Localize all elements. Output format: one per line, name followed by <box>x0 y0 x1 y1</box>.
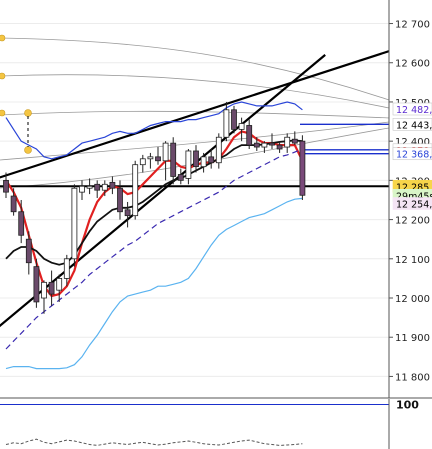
price-label-text: 12 482, <box>396 105 432 116</box>
candle-body <box>291 138 298 144</box>
tick-label: 12 000 <box>395 294 430 305</box>
candle-body <box>139 158 146 166</box>
candle-body <box>276 144 283 150</box>
candle-body <box>117 187 123 213</box>
candle-body <box>208 156 215 164</box>
tick-label: 12 700 <box>395 20 430 31</box>
candle-body <box>200 156 207 168</box>
fib-marker <box>0 72 6 80</box>
candle-body <box>3 179 9 193</box>
candle-body <box>299 140 306 196</box>
candle-body <box>231 109 237 130</box>
candle-body <box>185 150 192 179</box>
fib-marker <box>24 109 32 117</box>
candle-body <box>132 164 139 217</box>
price-label-text: 12 443, <box>396 120 432 131</box>
candle-body <box>33 266 40 303</box>
tick-label: 11 900 <box>395 333 430 344</box>
candle-body <box>147 156 154 160</box>
candle-body <box>56 278 63 291</box>
candle-body <box>25 238 32 264</box>
candle-body <box>193 150 199 168</box>
candle-body <box>124 209 131 217</box>
candle-body <box>101 183 108 191</box>
candle-body <box>177 174 184 181</box>
price-label-text: 12 254, <box>396 200 432 211</box>
candle-body <box>48 281 55 295</box>
tick-label: 12 600 <box>395 59 430 70</box>
candle-body <box>261 142 268 148</box>
candle-body <box>71 187 78 260</box>
candle-body <box>109 181 116 189</box>
fib-marker <box>0 34 6 42</box>
price-label-text: 12 368, <box>396 150 432 161</box>
price-chart: 12 70012 60012 50012 40012 30012 20012 1… <box>0 0 432 449</box>
candle-body <box>79 185 85 193</box>
candle-body <box>215 136 222 164</box>
candle-body <box>18 211 25 236</box>
candle-body <box>41 281 47 299</box>
tick-label: 12 200 <box>395 216 430 227</box>
candle-body <box>162 142 169 162</box>
fib-marker <box>0 109 6 117</box>
candle-body <box>246 125 253 146</box>
tick-label: 12 100 <box>395 255 430 266</box>
candle-body <box>238 123 245 130</box>
candle-body <box>86 185 93 189</box>
tick-label: 11 800 <box>395 372 430 383</box>
candle-body <box>253 142 260 148</box>
chart-background <box>0 0 432 449</box>
indicator-tick-label: 100 <box>396 398 419 411</box>
candle-body <box>170 142 177 177</box>
candle-body <box>284 136 291 148</box>
fib-marker <box>24 146 32 154</box>
price-axis-labels: 12 482,12 443,12 37812 368,12 285,29m45s… <box>392 102 432 211</box>
candle-body <box>63 258 70 279</box>
candle-body <box>155 156 161 162</box>
candle-body <box>94 183 101 191</box>
candle-body <box>269 142 275 146</box>
candle-body <box>223 109 230 138</box>
candle-body <box>10 195 17 213</box>
